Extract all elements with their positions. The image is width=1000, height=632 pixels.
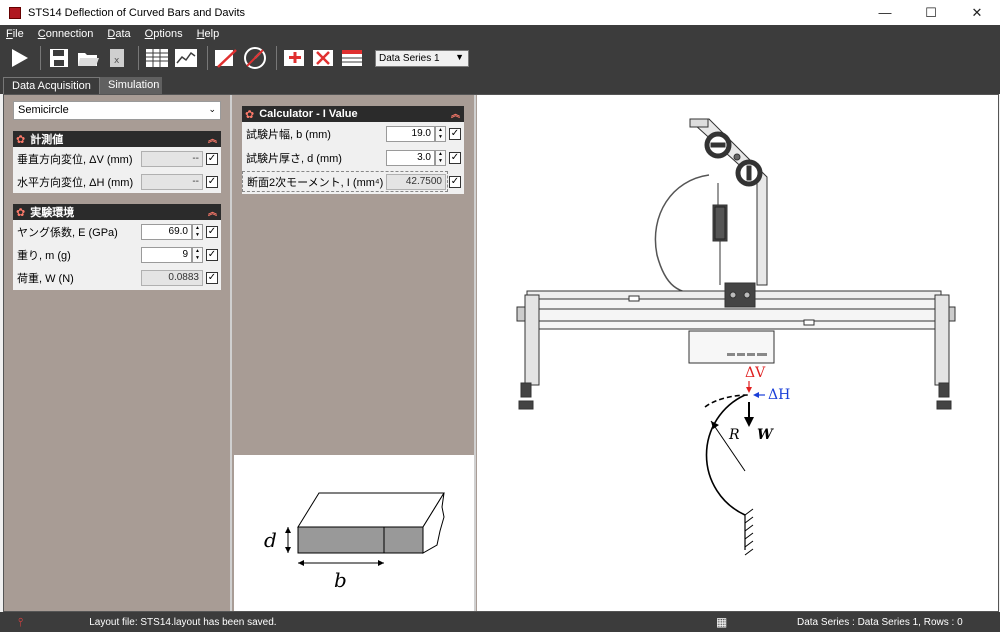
window-title: STS14 Deflection of Curved Bars and Davi… [28, 6, 246, 19]
left-panel: Semicircle ⌄ ✿ 計測値 ︽ 垂直方向変位, ΔV (mm) -- ✓… [4, 95, 232, 611]
gear-icon: ✿ [245, 108, 255, 121]
load-value: 0.0883 [141, 270, 203, 286]
horizontal-deflection-label: ΔH [768, 387, 790, 403]
load-w-label: W [757, 427, 774, 443]
play-icon[interactable] [6, 45, 32, 71]
save-icon[interactable] [46, 45, 72, 71]
gauge-zero-icon[interactable] [242, 45, 268, 71]
second-moment-value: 42.7500 [386, 174, 446, 190]
toolbar-separator [276, 46, 277, 70]
menu-file[interactable]: File [6, 28, 24, 40]
weight-mass-spinner[interactable]: ▲ ▼ [192, 247, 203, 263]
tab-simulation[interactable]: Simulation [100, 77, 162, 94]
calculator-header[interactable]: ✿ Calculator - I Value ︽ [242, 106, 464, 122]
width-b-label: b [334, 568, 347, 592]
open-folder-icon[interactable] [75, 45, 101, 71]
apparatus-diagram-panel: ΔV ΔH R W [477, 95, 998, 611]
series-table-icon[interactable] [340, 45, 366, 71]
toolbar-separator [138, 46, 139, 70]
specimen-thickness-checkbox[interactable]: ✓ [449, 152, 461, 164]
toolbar: x Data Series 1 ▼ [0, 42, 1000, 74]
menu-data[interactable]: Data [107, 28, 130, 40]
title-bar: STS14 Deflection of Curved Bars and Davi… [0, 0, 1000, 25]
layout-status-text: Layout file: STS14.layout has been saved… [89, 616, 277, 628]
export-excel-icon[interactable]: x [104, 45, 130, 71]
vertical-displacement-value: -- [141, 151, 203, 167]
radius-label: R [728, 427, 740, 443]
apparatus-diagram: ΔV ΔH R W [516, 118, 956, 556]
measured-values-body: 垂直方向変位, ΔV (mm) -- ✓ 水平方向変位, ΔH (mm) -- … [13, 147, 221, 193]
cross-section-diagram: d b [264, 492, 445, 592]
cross-section-panel: d b [234, 455, 474, 611]
specimen-width-input[interactable]: 19.0 [386, 126, 435, 142]
toolbar-separator [207, 46, 208, 70]
horizontal-displacement-checkbox[interactable]: ✓ [206, 176, 218, 188]
collapse-icon[interactable]: ︽ [208, 132, 217, 145]
delete-series-icon[interactable] [311, 45, 337, 71]
weight-mass-checkbox[interactable]: ✓ [206, 249, 218, 261]
calculator-icon[interactable]: ▦ [716, 615, 727, 629]
table-view-icon[interactable] [144, 45, 170, 71]
load-checkbox[interactable]: ✓ [206, 272, 218, 284]
youngs-modulus-checkbox[interactable]: ✓ [206, 226, 218, 238]
menu-bar: File Connection Data Options Help [0, 25, 1000, 42]
environment-body: ヤング係数, E (GPa) 69.0 ▲ ▼ ✓ 重り, m (g) 9 ▲ ▼ … [13, 220, 221, 290]
data-series-select[interactable]: Data Series 1 ▼ [375, 49, 469, 67]
chevron-down-icon: ▼ [455, 51, 464, 62]
main-area: Semicircle ⌄ ✿ 計測値 ︽ 垂直方向変位, ΔV (mm) -- ✓… [3, 94, 999, 612]
usb-icon: ⫯ [18, 614, 24, 629]
maximize-button[interactable]: ☐ [908, 0, 954, 25]
thickness-d-label: d [264, 528, 277, 552]
vertical-displacement-checkbox[interactable]: ✓ [206, 153, 218, 165]
chevron-down-icon: ⌄ [208, 104, 216, 114]
horizontal-displacement-value: -- [141, 174, 203, 190]
graph-view-icon[interactable] [173, 45, 199, 71]
measured-values-header[interactable]: ✿ 計測値 ︽ [13, 131, 221, 147]
second-moment-checkbox[interactable]: ✓ [449, 176, 461, 188]
specimen-thickness-spinner[interactable]: ▲ ▼ [435, 150, 446, 166]
edit-table-icon[interactable] [213, 45, 239, 71]
specimen-thickness-input[interactable]: 3.0 [386, 150, 435, 166]
close-button[interactable]: ✕ [954, 0, 1000, 25]
youngs-modulus-spinner[interactable]: ▲ ▼ [192, 224, 203, 240]
environment-header[interactable]: ✿ 実験環境 ︽ [13, 204, 221, 220]
series-status-text: Data Series : Data Series 1, Rows : 0 [797, 616, 963, 628]
weight-mass-input[interactable]: 9 [141, 247, 192, 263]
svg-text:x: x [114, 56, 120, 66]
gear-icon: ✿ [16, 133, 26, 146]
tab-bar: Data Acquisition Simulation [0, 74, 1000, 94]
menu-options[interactable]: Options [145, 28, 183, 40]
vertical-deflection-label: ΔV [745, 365, 766, 381]
toolbar-separator [40, 46, 41, 70]
status-bar: ⫯ Layout file: STS14.layout has been sav… [0, 612, 1000, 632]
add-series-icon[interactable] [282, 45, 308, 71]
app-logo-icon [9, 6, 21, 19]
specimen-width-checkbox[interactable]: ✓ [449, 128, 461, 140]
calculator-panel: ✿ Calculator - I Value ︽ 試験片幅, b (mm) 19… [234, 95, 476, 611]
minimize-button[interactable]: — [862, 0, 908, 25]
specimen-width-spinner[interactable]: ▲ ▼ [435, 126, 446, 142]
gear-icon: ✿ [16, 206, 26, 219]
collapse-icon[interactable]: ︽ [451, 107, 460, 120]
collapse-icon[interactable]: ︽ [208, 205, 217, 218]
shape-select[interactable]: Semicircle ⌄ [13, 101, 221, 120]
youngs-modulus-input[interactable]: 69.0 [141, 224, 192, 240]
menu-help[interactable]: Help [197, 28, 220, 40]
calculator-body: 試験片幅, b (mm) 19.0 ▲ ▼ ✓ 試験片厚さ, d (mm) 3.0… [242, 122, 464, 194]
menu-connection[interactable]: Connection [38, 28, 94, 40]
tab-data-acquisition[interactable]: Data Acquisition [3, 77, 100, 94]
